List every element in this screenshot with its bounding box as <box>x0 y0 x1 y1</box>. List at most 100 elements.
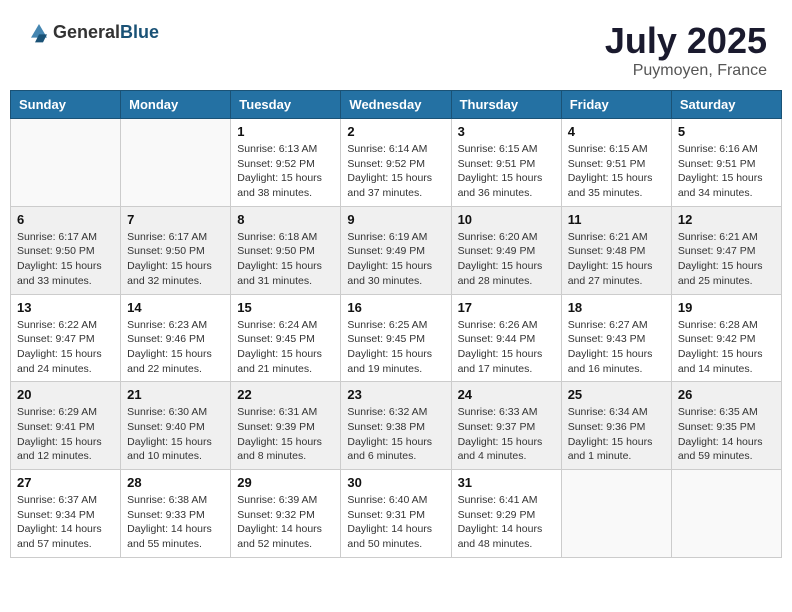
day-number: 3 <box>458 124 555 139</box>
calendar-day-cell: 4Sunrise: 6:15 AMSunset: 9:51 PMDaylight… <box>561 119 671 207</box>
day-info: Sunrise: 6:21 AMSunset: 9:48 PMDaylight:… <box>568 230 665 289</box>
calendar-day-cell: 12Sunrise: 6:21 AMSunset: 9:47 PMDayligh… <box>671 206 781 294</box>
day-info: Sunrise: 6:34 AMSunset: 9:36 PMDaylight:… <box>568 405 665 464</box>
day-number: 5 <box>678 124 775 139</box>
calendar-header-row: SundayMondayTuesdayWednesdayThursdayFrid… <box>11 91 782 119</box>
calendar-day-cell: 22Sunrise: 6:31 AMSunset: 9:39 PMDayligh… <box>231 382 341 470</box>
day-info: Sunrise: 6:17 AMSunset: 9:50 PMDaylight:… <box>17 230 114 289</box>
calendar-day-cell: 29 Sunrise: 6:39 AMSunset: 9:32 PMDayligh… <box>231 470 341 558</box>
calendar-day-cell: 27 Sunrise: 6:37 AMSunset: 9:34 PMDayligh… <box>11 470 121 558</box>
day-info: Sunrise: 6:16 AMSunset: 9:51 PMDaylight:… <box>678 142 775 201</box>
calendar-day-cell: 1 Sunrise: 6:13 AMSunset: 9:52 PMDaylight… <box>231 119 341 207</box>
day-number: 19 <box>678 300 775 315</box>
day-info: Sunrise: 6:35 AMSunset: 9:35 PMDaylight:… <box>678 405 775 464</box>
logo-text-blue: Blue <box>120 22 159 42</box>
calendar-day-cell: 28 Sunrise: 6:38 AMSunset: 9:33 PMDayligh… <box>121 470 231 558</box>
calendar-day-cell: 6 Sunrise: 6:17 AMSunset: 9:50 PMDaylight… <box>11 206 121 294</box>
location-subtitle: Puymoyen, France <box>605 62 767 80</box>
calendar-day-cell: 19 Sunrise: 6:28 AMSunset: 9:42 PMDayligh… <box>671 294 781 382</box>
calendar-day-cell: 26 Sunrise: 6:35 AMSunset: 9:35 PMDayligh… <box>671 382 781 470</box>
day-number: 14 <box>127 300 224 315</box>
day-info: Sunrise: 6:37 AMSunset: 9:34 PMDaylight:… <box>17 493 114 552</box>
col-header-monday: Monday <box>121 91 231 119</box>
day-number: 6 <box>17 212 114 227</box>
calendar-day-cell: 24 Sunrise: 6:33 AMSunset: 9:37 PMDayligh… <box>451 382 561 470</box>
day-info: Sunrise: 6:13 AMSunset: 9:52 PMDaylight:… <box>237 142 334 201</box>
day-info: Sunrise: 6:39 AMSunset: 9:32 PMDaylight:… <box>237 493 334 552</box>
day-number: 21 <box>127 387 224 402</box>
calendar-day-cell: 20 Sunrise: 6:29 AMSunset: 9:41 PMDayligh… <box>11 382 121 470</box>
day-info: Sunrise: 6:19 AMSunset: 9:49 PMDaylight:… <box>347 230 444 289</box>
day-number: 9 <box>347 212 444 227</box>
day-info: Sunrise: 6:27 AMSunset: 9:43 PMDaylight:… <box>568 318 665 377</box>
day-info: Sunrise: 6:20 AMSunset: 9:49 PMDaylight:… <box>458 230 555 289</box>
calendar-week-row: 1 Sunrise: 6:13 AMSunset: 9:52 PMDaylight… <box>11 119 782 207</box>
day-number: 11 <box>568 212 665 227</box>
calendar-day-cell <box>121 119 231 207</box>
col-header-tuesday: Tuesday <box>231 91 341 119</box>
day-info: Sunrise: 6:40 AMSunset: 9:31 PMDaylight:… <box>347 493 444 552</box>
day-number: 1 <box>237 124 334 139</box>
calendar-day-cell: 9 Sunrise: 6:19 AMSunset: 9:49 PMDaylight… <box>341 206 451 294</box>
day-info: Sunrise: 6:14 AMSunset: 9:52 PMDaylight:… <box>347 142 444 201</box>
calendar-day-cell <box>561 470 671 558</box>
calendar-day-cell: 18 Sunrise: 6:27 AMSunset: 9:43 PMDayligh… <box>561 294 671 382</box>
day-info: Sunrise: 6:41 AMSunset: 9:29 PMDaylight:… <box>458 493 555 552</box>
col-header-sunday: Sunday <box>11 91 121 119</box>
calendar-day-cell: 5 Sunrise: 6:16 AMSunset: 9:51 PMDaylight… <box>671 119 781 207</box>
day-number: 7 <box>127 212 224 227</box>
day-number: 2 <box>347 124 444 139</box>
day-info: Sunrise: 6:32 AMSunset: 9:38 PMDaylight:… <box>347 405 444 464</box>
calendar-day-cell: 10Sunrise: 6:20 AMSunset: 9:49 PMDayligh… <box>451 206 561 294</box>
col-header-friday: Friday <box>561 91 671 119</box>
calendar-day-cell: 13 Sunrise: 6:22 AMSunset: 9:47 PMDayligh… <box>11 294 121 382</box>
calendar-day-cell: 11 Sunrise: 6:21 AMSunset: 9:48 PMDayligh… <box>561 206 671 294</box>
day-info: Sunrise: 6:33 AMSunset: 9:37 PMDaylight:… <box>458 405 555 464</box>
day-info: Sunrise: 6:31 AMSunset: 9:39 PMDaylight:… <box>237 405 334 464</box>
day-number: 12 <box>678 212 775 227</box>
day-info: Sunrise: 6:28 AMSunset: 9:42 PMDaylight:… <box>678 318 775 377</box>
day-number: 26 <box>678 387 775 402</box>
day-info: Sunrise: 6:23 AMSunset: 9:46 PMDaylight:… <box>127 318 224 377</box>
day-number: 16 <box>347 300 444 315</box>
day-info: Sunrise: 6:24 AMSunset: 9:45 PMDaylight:… <box>237 318 334 377</box>
calendar-week-row: 6 Sunrise: 6:17 AMSunset: 9:50 PMDaylight… <box>11 206 782 294</box>
day-number: 30 <box>347 475 444 490</box>
day-number: 20 <box>17 387 114 402</box>
day-number: 8 <box>237 212 334 227</box>
col-header-saturday: Saturday <box>671 91 781 119</box>
day-info: Sunrise: 6:29 AMSunset: 9:41 PMDaylight:… <box>17 405 114 464</box>
day-number: 17 <box>458 300 555 315</box>
day-number: 24 <box>458 387 555 402</box>
calendar-day-cell: 7 Sunrise: 6:17 AMSunset: 9:50 PMDaylight… <box>121 206 231 294</box>
calendar-day-cell: 8Sunrise: 6:18 AMSunset: 9:50 PMDaylight… <box>231 206 341 294</box>
calendar-week-row: 20 Sunrise: 6:29 AMSunset: 9:41 PMDayligh… <box>11 382 782 470</box>
calendar-day-cell: 14 Sunrise: 6:23 AMSunset: 9:46 PMDayligh… <box>121 294 231 382</box>
logo-text-general: General <box>53 22 120 42</box>
day-number: 18 <box>568 300 665 315</box>
calendar-day-cell <box>11 119 121 207</box>
day-number: 28 <box>127 475 224 490</box>
calendar-day-cell: 2 Sunrise: 6:14 AMSunset: 9:52 PMDaylight… <box>341 119 451 207</box>
calendar-day-cell: 15 Sunrise: 6:24 AMSunset: 9:45 PMDayligh… <box>231 294 341 382</box>
day-info: Sunrise: 6:17 AMSunset: 9:50 PMDaylight:… <box>127 230 224 289</box>
calendar-day-cell: 23 Sunrise: 6:32 AMSunset: 9:38 PMDayligh… <box>341 382 451 470</box>
day-number: 25 <box>568 387 665 402</box>
day-number: 15 <box>237 300 334 315</box>
month-year-title: July 2025 <box>605 20 767 62</box>
day-number: 27 <box>17 475 114 490</box>
day-number: 29 <box>237 475 334 490</box>
logo: GeneralBlue <box>25 20 159 44</box>
col-header-thursday: Thursday <box>451 91 561 119</box>
day-info: Sunrise: 6:38 AMSunset: 9:33 PMDaylight:… <box>127 493 224 552</box>
day-number: 23 <box>347 387 444 402</box>
day-number: 31 <box>458 475 555 490</box>
calendar-week-row: 13 Sunrise: 6:22 AMSunset: 9:47 PMDayligh… <box>11 294 782 382</box>
col-header-wednesday: Wednesday <box>341 91 451 119</box>
title-block: July 2025 Puymoyen, France <box>605 20 767 80</box>
day-info: Sunrise: 6:22 AMSunset: 9:47 PMDaylight:… <box>17 318 114 377</box>
day-number: 13 <box>17 300 114 315</box>
day-info: Sunrise: 6:25 AMSunset: 9:45 PMDaylight:… <box>347 318 444 377</box>
calendar-day-cell: 25 Sunrise: 6:34 AMSunset: 9:36 PMDayligh… <box>561 382 671 470</box>
day-info: Sunrise: 6:26 AMSunset: 9:44 PMDaylight:… <box>458 318 555 377</box>
